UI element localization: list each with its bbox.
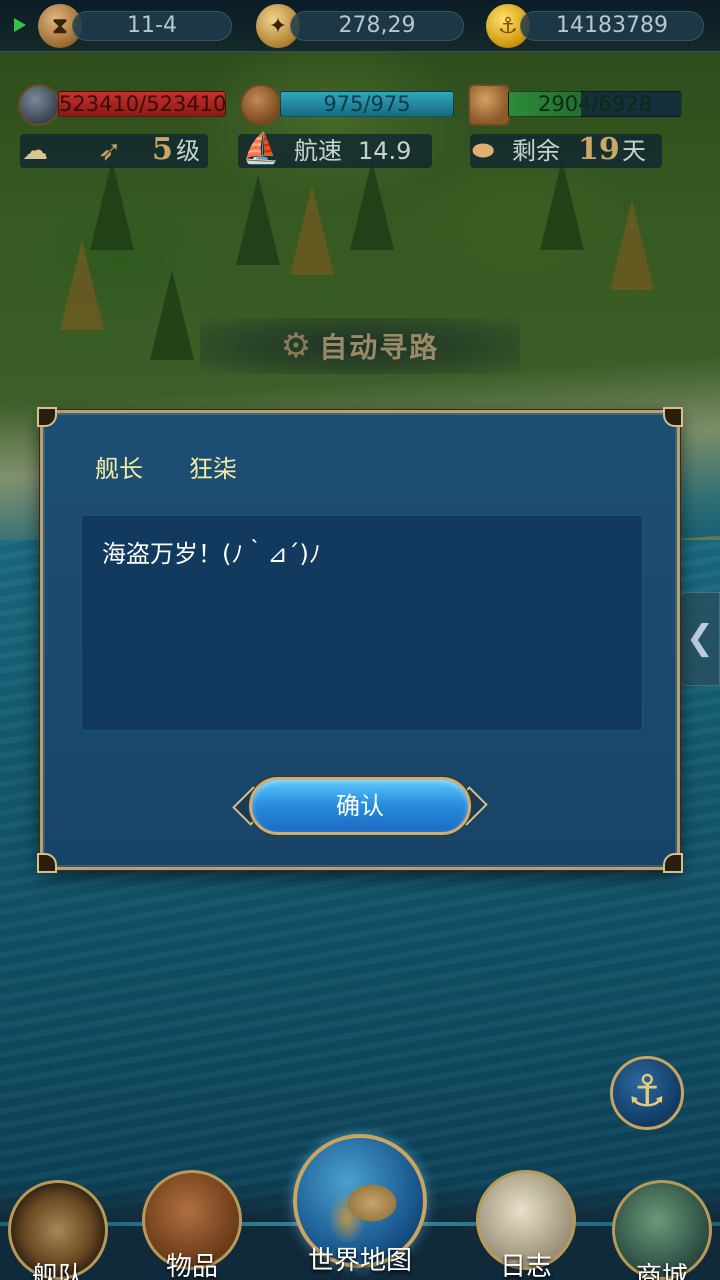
confirm-button[interactable]: 确认 — [249, 777, 471, 835]
sailor-icon — [240, 84, 282, 126]
gold-display: 14183789 — [520, 11, 704, 41]
tree — [290, 185, 334, 275]
dialog-corner-ornament — [37, 853, 57, 873]
dialog-corner-ornament — [663, 853, 683, 873]
play-icon[interactable] — [14, 18, 26, 32]
message-dialog: 舰长 狂柒 海盗万岁！(ﾉ｀⊿´)ﾉ 确认 — [37, 407, 683, 873]
remaining-days-info: ⬬ 剩余 19 天 — [470, 132, 662, 168]
speaker-name: 狂柒 — [189, 455, 237, 483]
nav-shop[interactable]: 商城 — [612, 1180, 712, 1280]
message-box: 海盗万岁！(ﾉ｀⊿´)ﾉ — [81, 515, 643, 731]
anchor-button[interactable]: ⚓ — [610, 1056, 684, 1130]
tree — [150, 270, 194, 360]
side-panel-toggle[interactable]: ❮ — [680, 592, 720, 686]
speed-label: 航速 — [294, 137, 342, 165]
speaker-role: 舰长 — [95, 455, 143, 483]
weather-icon: ☁ — [22, 136, 48, 166]
chevron-left-icon: ❮ — [685, 618, 715, 658]
nav-world-map[interactable]: 世界地图 — [280, 1134, 440, 1276]
speed-info: ⛵ 航速 14.9 — [238, 131, 432, 168]
tree — [236, 175, 280, 265]
gear-icon: ⚙ — [280, 326, 312, 366]
durability-bar: 523410/523410 — [58, 91, 227, 117]
level-info: ☁ ➶ 5 级 — [20, 132, 208, 168]
dialog-corner-ornament — [37, 407, 57, 427]
nav-items-label: 物品 — [165, 1252, 218, 1280]
remaining-days: 19 — [578, 132, 620, 167]
remaining-label: 剩余 — [512, 137, 560, 165]
level-unit: 级 — [176, 137, 200, 165]
ship-icon: ⛵ — [242, 131, 280, 166]
tree — [610, 200, 654, 290]
bread-icon: ⬬ — [472, 136, 495, 166]
top-resource-bar: ⧗ 11-4 ✦ 278,29 ⚓ 14183789 — [0, 0, 720, 52]
nav-log-label: 日志 — [499, 1252, 552, 1280]
cargo-crate-icon — [468, 84, 510, 126]
nav-fleet-label: 舰队 — [31, 1262, 84, 1280]
nav-fleet[interactable]: 舰队 — [8, 1180, 108, 1280]
auto-pathfinding-button[interactable]: ⚙ 自动寻路 — [200, 318, 520, 374]
confirm-button-frame: 确认 — [232, 771, 488, 843]
dialog-corner-ornament — [663, 407, 683, 427]
auto-pathfinding-label: 自动寻路 — [319, 331, 440, 364]
nav-shop-label: 商城 — [635, 1262, 688, 1280]
stage-display: 11-4 — [72, 11, 232, 41]
tree — [60, 240, 104, 330]
nav-world-map-label: 世界地图 — [307, 1246, 412, 1276]
message-text: 海盗万岁！(ﾉ｀⊿´)ﾉ — [102, 540, 321, 568]
hammer-icon — [18, 84, 60, 126]
level-number: 5 — [152, 132, 173, 167]
nav-log[interactable]: 日志 — [476, 1170, 576, 1280]
tree — [90, 160, 134, 250]
remaining-unit: 天 — [622, 137, 646, 165]
arrow-icon: ➶ — [98, 134, 122, 167]
tree — [540, 160, 584, 250]
nav-items[interactable]: 物品 — [142, 1170, 242, 1280]
speed-value: 14.9 — [358, 137, 412, 165]
coordinates-display: 278,29 — [290, 11, 464, 41]
anchor-icon: ⚓ — [627, 1066, 667, 1117]
crew-bar: 975/975 — [280, 91, 454, 117]
tree — [350, 160, 394, 250]
cargo-bar: 2904/6928 — [508, 91, 682, 117]
